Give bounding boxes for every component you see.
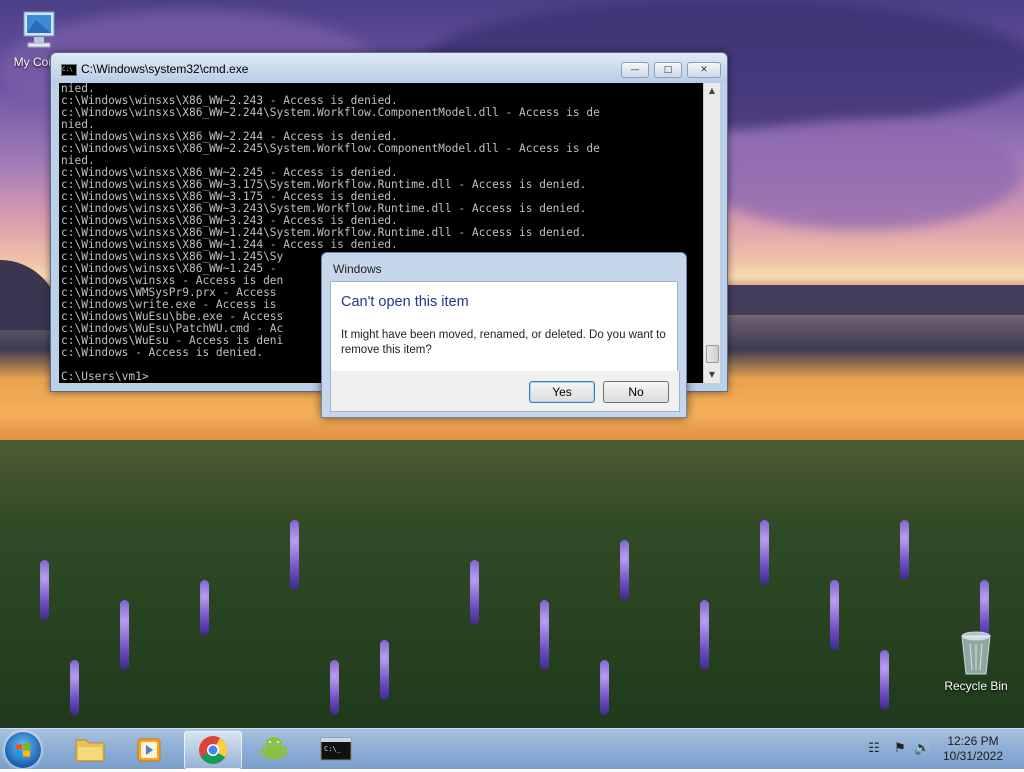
flower (470, 560, 479, 625)
start-button[interactable] (5, 732, 41, 768)
hill (700, 285, 1024, 315)
flower (620, 540, 629, 600)
flower (900, 520, 909, 580)
flower (600, 660, 609, 715)
flower (70, 660, 79, 715)
desktop-icon-recycle-bin[interactable]: Recycle Bin (938, 630, 1014, 693)
cmd-window-title: C:\Windows\system32\cmd.exe (81, 62, 249, 76)
taskbar-android[interactable] (246, 731, 302, 767)
vertical-scrollbar[interactable]: ▲ ▼ (703, 83, 720, 383)
folder-icon (75, 739, 105, 762)
flower (700, 600, 709, 670)
scroll-thumb[interactable] (706, 345, 719, 363)
console-line: c:\Windows\winsxs\X86_WW~2.245\System.Wo… (61, 142, 600, 155)
windows-logo-icon (16, 743, 30, 757)
chrome-icon (199, 736, 227, 764)
maximize-icon: □ (663, 65, 673, 75)
flower (290, 520, 299, 590)
taskbar-explorer[interactable] (62, 731, 118, 767)
cmd-icon: C:\ (61, 64, 77, 76)
minimize-button[interactable]: — (621, 62, 649, 78)
flower (380, 640, 389, 700)
android-icon (261, 737, 287, 759)
flower (880, 650, 889, 710)
flower (120, 600, 129, 670)
dialog-footer: Yes No (330, 371, 680, 412)
network-icon[interactable]: ☷ (866, 741, 882, 757)
flower (760, 520, 769, 585)
taskbar-cmd[interactable]: C:\_ (308, 731, 364, 767)
clock[interactable]: 12:26 PM 10/31/2022 (940, 734, 1006, 764)
media-player-icon (137, 738, 161, 762)
clock-date: 10/31/2022 (942, 749, 1004, 763)
dialog-heading: Can't open this item (341, 294, 469, 310)
flower (830, 580, 839, 650)
no-button[interactable]: No (603, 381, 669, 403)
taskbar: C:\_ ☷ ⚑ 🔊 12:26 PM 10/31/2022 (0, 728, 1024, 769)
dialog-title: Windows (333, 262, 382, 276)
taskbar-chrome[interactable] (184, 731, 242, 769)
flower (540, 600, 549, 670)
flower (200, 580, 209, 635)
yes-button[interactable]: Yes (529, 381, 595, 403)
svg-text:C:\_: C:\_ (324, 745, 342, 753)
cmd-titlebar[interactable]: C:\ C:\Windows\system32\cmd.exe — □ ✕ (51, 53, 727, 83)
flower (40, 560, 49, 620)
maximize-button[interactable]: □ (654, 62, 682, 78)
clock-time: 12:26 PM (947, 734, 999, 748)
volume-icon[interactable]: 🔊 (914, 741, 930, 757)
cmd-icon: C:\_ (320, 737, 352, 761)
minimize-icon: — (630, 65, 640, 75)
error-dialog: Windows Can't open this item It might ha… (321, 252, 687, 418)
recycle-bin-icon (961, 631, 991, 675)
console-line: c:\Windows\winsxs\X86_WW~2.244\System.Wo… (61, 106, 600, 119)
desktop-icon-label: Recycle Bin (944, 679, 1008, 693)
meadow (0, 440, 1024, 728)
action-center-icon[interactable]: ⚑ (892, 741, 908, 757)
flower (330, 660, 339, 715)
scroll-down-icon[interactable]: ▼ (704, 367, 720, 383)
dialog-body: Can't open this item It might have been … (330, 281, 678, 372)
close-button[interactable]: ✕ (687, 62, 721, 78)
taskbar-media-player[interactable] (122, 731, 178, 767)
dialog-message: It might have been moved, renamed, or de… (341, 329, 666, 356)
cloud (700, 120, 1020, 230)
scroll-up-icon[interactable]: ▲ (704, 83, 720, 99)
computer-icon (23, 11, 55, 48)
close-icon: ✕ (700, 65, 708, 75)
